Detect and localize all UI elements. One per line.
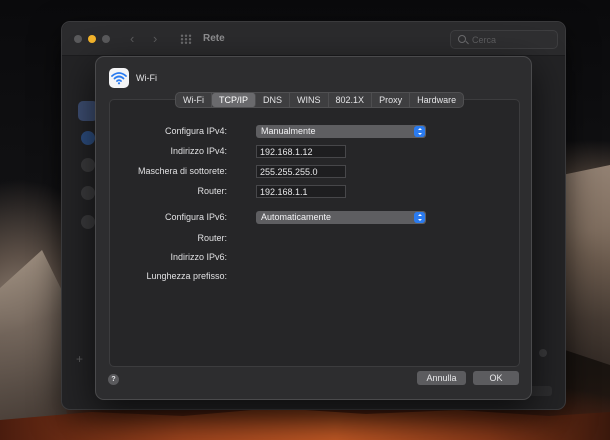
tcpip-panel: Configura IPv4: Manualmente Indirizzo IP… [109,99,520,367]
chevron-left-icon[interactable]: ‹ [130,31,134,46]
wifi-advanced-sheet: Wi-Fi Configura IPv4: Manualmente Indiri… [95,56,532,400]
sidebar-item-service[interactable] [81,215,95,229]
minimize-button[interactable] [88,35,96,43]
tab-bar: Wi-Fi TCP/IP DNS WINS 802.1X Proxy Hardw… [175,92,465,108]
configure-ipv4-value: Manualmente [261,126,316,136]
popup-arrows-icon [414,212,425,223]
window-title: Rete [203,33,225,44]
wifi-glyph [111,72,127,85]
prefix-length-label: Lunghezza prefisso: [146,271,227,281]
configure-ipv4-select[interactable]: Manualmente [256,125,426,138]
configure-ipv6-select[interactable]: Automaticamente [256,211,426,224]
subnet-mask-label: Maschera di sottorete: [137,166,227,176]
tab-dns[interactable]: DNS [256,93,291,107]
zoom-button[interactable] [102,35,110,43]
popup-arrows-icon [414,126,425,137]
sheet-title: Wi-Fi [136,73,157,83]
tab-wifi[interactable]: Wi-Fi [176,93,212,107]
search-input[interactable]: Cerca [450,30,558,49]
tab-proxy[interactable]: Proxy [372,93,411,107]
background-help-button[interactable] [539,349,547,357]
wifi-icon [109,68,129,88]
close-button[interactable] [74,35,82,43]
configure-ipv6-label: Configura IPv6: [164,212,227,222]
tab-tcpip[interactable]: TCP/IP [212,93,257,107]
ipv4-address-label: Indirizzo IPv4: [170,146,227,156]
cancel-button[interactable]: Annulla [417,371,466,385]
tab-hardware[interactable]: Hardware [410,93,463,107]
tab-8021x[interactable]: 802.1X [329,93,373,107]
ipv6-address-label: Indirizzo IPv6: [170,252,227,262]
help-icon[interactable]: ? [108,374,119,385]
ok-button[interactable]: OK [473,371,519,385]
tab-wins[interactable]: WINS [290,93,329,107]
ipv4-router-field[interactable] [256,185,346,198]
add-service-icon[interactable]: + [76,352,83,366]
sidebar-item-service[interactable] [81,186,95,200]
background-rocks-left [0,250,70,440]
window-titlebar: ‹ › Rete Cerca [62,22,565,56]
ipv6-router-label: Router: [197,233,227,243]
ipv4-router-label: Router: [197,186,227,196]
configure-ipv4-label: Configura IPv4: [164,126,227,136]
chevron-right-icon[interactable]: › [153,31,157,46]
sidebar-item-bluetooth[interactable] [81,131,95,145]
search-placeholder: Cerca [472,35,497,45]
search-icon [458,35,466,43]
sidebar-item-service[interactable] [81,158,95,172]
configure-ipv6-value: Automaticamente [261,212,332,222]
subnet-mask-field[interactable] [256,165,346,178]
ipv4-address-field[interactable] [256,145,346,158]
grid-icon[interactable] [180,34,192,44]
